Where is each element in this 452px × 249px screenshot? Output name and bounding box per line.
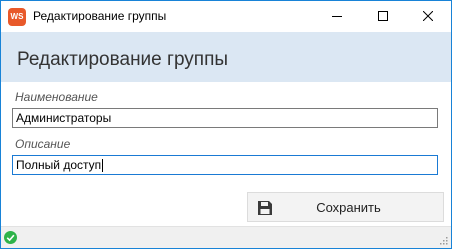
page-title: Редактирование группы — [17, 49, 229, 70]
close-button[interactable] — [405, 1, 451, 32]
resize-grip-icon[interactable] — [439, 236, 448, 245]
close-icon — [423, 11, 433, 21]
app-logo-icon: WS — [8, 8, 26, 26]
description-field-value: Полный доступ — [16, 158, 102, 172]
title-bar[interactable]: WS Редактирование группы — [1, 1, 451, 32]
name-field-value: Администраторы — [16, 111, 112, 125]
dialog-window: WS Редактирование группы Редактирование … — [0, 0, 452, 249]
check-circle-icon — [4, 231, 17, 244]
name-field-label: Наименование — [15, 90, 98, 104]
name-field[interactable]: Администраторы — [12, 108, 438, 128]
maximize-button[interactable] — [360, 1, 406, 32]
minimize-button[interactable] — [314, 1, 360, 32]
status-bar — [1, 226, 451, 248]
maximize-icon — [378, 11, 388, 21]
form-area: Наименование Администраторы Описание Пол… — [1, 82, 451, 226]
save-button-label: Сохранить — [316, 200, 381, 215]
description-field-label: Описание — [15, 137, 71, 151]
text-caret — [102, 159, 104, 173]
minimize-icon — [332, 16, 342, 17]
header-band: Редактирование группы — [1, 32, 451, 82]
window-title: Редактирование группы — [33, 9, 167, 23]
description-field[interactable]: Полный доступ — [12, 155, 438, 175]
save-button[interactable]: Сохранить — [247, 192, 444, 222]
